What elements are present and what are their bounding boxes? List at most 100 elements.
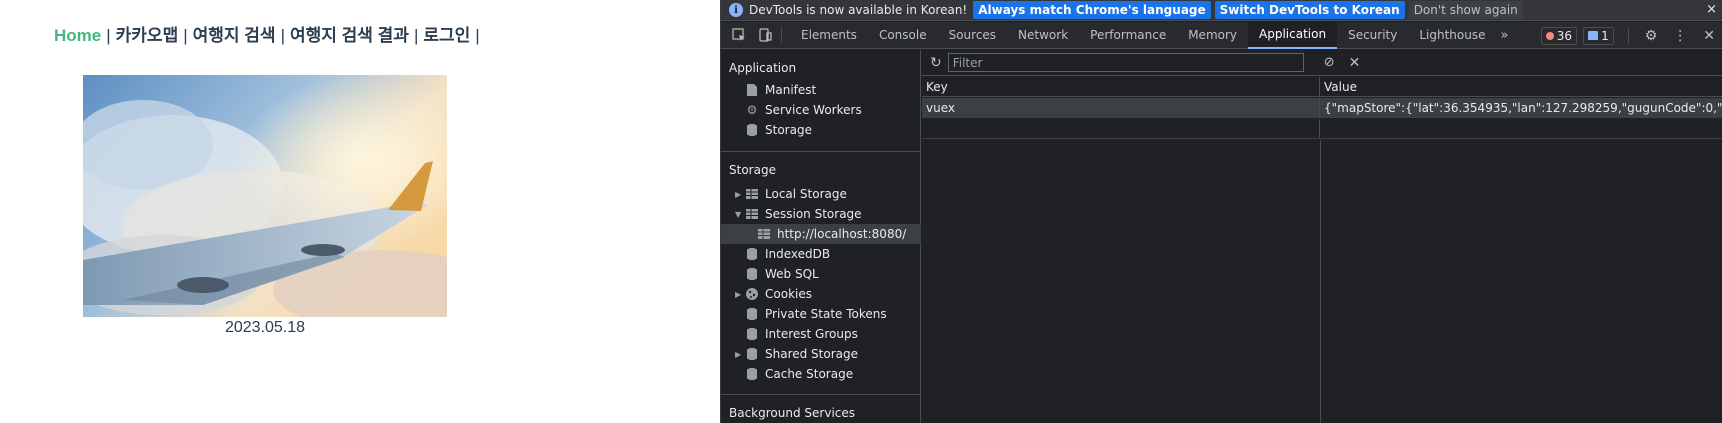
sidebar-item-label: Cache Storage xyxy=(765,367,854,381)
sidebar-item-label: Cookies xyxy=(765,287,812,301)
filter-input[interactable] xyxy=(947,53,1304,72)
devtools-panel: i DevTools is now available in Korean! A… xyxy=(720,0,1722,423)
close-devtools-icon[interactable]: ✕ xyxy=(1703,28,1715,44)
toolbar-right: 36 1 ⚙ ⋮ ✕ xyxy=(1540,22,1722,49)
sidebar-item-label: http://localhost:8080/ xyxy=(777,227,907,241)
language-infobar: i DevTools is now available in Korean! A… xyxy=(721,0,1722,21)
nav-search-result-link[interactable]: 여행지 검색 결과 xyxy=(290,26,409,45)
match-language-button[interactable]: Always match Chrome's language xyxy=(973,1,1211,19)
gear-icon[interactable]: ⚙ xyxy=(1645,28,1658,44)
top-nav: Home | 카카오맵 | 여행지 검색 | 여행지 검색 결과 | 로그인 | xyxy=(54,21,485,46)
sidebar-item-label: Service Workers xyxy=(765,103,862,117)
inspect-element-icon[interactable] xyxy=(731,27,747,43)
sidebar-item-label: Storage xyxy=(765,123,812,137)
sidebar-item-session-storage[interactable]: ▼ Session Storage xyxy=(735,204,862,224)
database-icon xyxy=(745,347,759,361)
sidebar-item-cache-storage[interactable]: Cache Storage xyxy=(745,364,853,384)
sidebar-item-service-workers[interactable]: ⚙ Service Workers xyxy=(745,100,862,120)
tab-elements[interactable]: Elements xyxy=(790,22,868,49)
database-icon xyxy=(745,267,759,281)
nav-separator: | xyxy=(106,26,111,45)
column-divider xyxy=(1320,140,1321,423)
expand-arrow-icon[interactable]: ▶ xyxy=(735,290,745,299)
storage-table-panel: ↻ ⊘ ✕ Key Value vuex {"mapStore":{"lat":… xyxy=(922,50,1722,423)
tab-application[interactable]: Application xyxy=(1248,21,1338,49)
sidebar-item-indexeddb[interactable]: IndexedDB xyxy=(745,244,830,264)
device-toolbar-icon[interactable] xyxy=(757,27,773,43)
tab-console[interactable]: Console xyxy=(868,22,938,49)
tab-security[interactable]: Security xyxy=(1337,22,1408,49)
kebab-menu-icon[interactable]: ⋮ xyxy=(1673,28,1687,44)
message-icon xyxy=(1588,31,1599,40)
application-sidebar: Application Manifest ⚙ Service Workers S… xyxy=(721,50,921,423)
sidebar-item-storage-overview[interactable]: Storage xyxy=(745,120,812,140)
message-count-badge[interactable]: 1 xyxy=(1583,26,1614,45)
nav-separator: | xyxy=(475,26,480,45)
airplane-wing-photo xyxy=(83,75,447,317)
sidebar-divider xyxy=(721,151,921,152)
sidebar-item-label: Private State Tokens xyxy=(765,307,887,321)
message-count: 1 xyxy=(1601,28,1609,43)
nav-separator: | xyxy=(183,26,188,45)
nav-home-link[interactable]: Home xyxy=(54,26,101,45)
sidebar-divider xyxy=(721,394,921,395)
sidebar-section-application: Application xyxy=(729,61,797,75)
database-icon xyxy=(745,247,759,261)
tab-sources[interactable]: Sources xyxy=(938,22,1007,49)
delete-selected-icon[interactable]: ✕ xyxy=(1349,55,1361,71)
close-icon[interactable]: × xyxy=(1706,2,1717,17)
tab-performance[interactable]: Performance xyxy=(1079,22,1177,49)
sidebar-item-local-storage[interactable]: ▶ Local Storage xyxy=(735,184,847,204)
sidebar-item-private-state-tokens[interactable]: Private State Tokens xyxy=(745,304,887,324)
row-key: vuex xyxy=(922,98,1320,117)
switch-korean-button[interactable]: Switch DevTools to Korean xyxy=(1214,1,1405,19)
nav-separator: | xyxy=(413,26,419,45)
table-icon xyxy=(757,227,771,241)
sidebar-item-label: Session Storage xyxy=(765,207,862,221)
table-icon xyxy=(745,207,759,221)
sidebar-item-manifest[interactable]: Manifest xyxy=(745,80,816,100)
tab-network[interactable]: Network xyxy=(1007,22,1079,49)
expand-arrow-icon[interactable]: ▶ xyxy=(735,350,745,359)
nav-separator: | xyxy=(280,26,285,45)
gear-icon: ⚙ xyxy=(746,103,758,117)
table-row[interactable]: vuex {"mapStore":{"lat":36.354935,"lan":… xyxy=(922,98,1722,118)
key-column-header[interactable]: Key xyxy=(922,77,1320,96)
sidebar-item-shared-storage[interactable]: ▶ Shared Storage xyxy=(735,344,858,364)
sidebar-item-session-origin[interactable]: http://localhost:8080/ xyxy=(721,224,921,244)
value-column-header[interactable]: Value xyxy=(1320,77,1722,96)
error-count-badge[interactable]: 36 xyxy=(1540,26,1578,45)
sidebar-item-label: Shared Storage xyxy=(765,347,859,361)
sidebar-item-web-sql[interactable]: Web SQL xyxy=(745,264,819,284)
sidebar-section-background-services: Background Services xyxy=(729,406,856,420)
more-tabs-icon[interactable]: » xyxy=(1501,28,1509,43)
database-icon xyxy=(745,327,759,341)
nav-kakao-map-link[interactable]: 카카오맵 xyxy=(116,26,179,45)
clear-all-icon[interactable]: ⊘ xyxy=(1324,55,1335,70)
table-icon xyxy=(745,187,759,201)
web-page: Home|카카오맵|여행지 검색|여행지 검색 결과|로그인| xyxy=(0,0,720,423)
sidebar-item-interest-groups[interactable]: Interest Groups xyxy=(745,324,858,344)
row-value-empty xyxy=(1320,119,1722,138)
tab-lighthouse[interactable]: Lighthouse xyxy=(1408,22,1496,49)
sidebar-section-storage: Storage xyxy=(729,163,776,177)
sidebar-item-label: Local Storage xyxy=(765,187,847,201)
nav-login-link[interactable]: 로그인 xyxy=(423,26,470,45)
row-key-empty xyxy=(922,119,1320,138)
info-icon: i xyxy=(729,3,743,17)
sidebar-item-label: Web SQL xyxy=(765,267,819,281)
sidebar-item-cookies[interactable]: ▶ Cookies xyxy=(735,284,812,304)
post-date: 2023.05.18 xyxy=(224,319,306,336)
error-icon xyxy=(1545,31,1554,40)
nav-search-link[interactable]: 여행지 검색 xyxy=(193,26,276,45)
sidebar-item-label: IndexedDB xyxy=(765,247,831,261)
tab-memory[interactable]: Memory xyxy=(1177,22,1248,49)
table-row-empty xyxy=(922,119,1722,139)
refresh-icon[interactable]: ↻ xyxy=(930,55,942,71)
row-value: {"mapStore":{"lat":36.354935,"lan":127.2… xyxy=(1324,100,1722,115)
dont-show-again-button[interactable]: Don't show again xyxy=(1408,1,1523,19)
sidebar-item-label: Interest Groups xyxy=(765,327,858,341)
collapse-arrow-icon[interactable]: ▼ xyxy=(735,210,745,219)
database-icon xyxy=(745,123,759,137)
expand-arrow-icon[interactable]: ▶ xyxy=(735,190,745,199)
